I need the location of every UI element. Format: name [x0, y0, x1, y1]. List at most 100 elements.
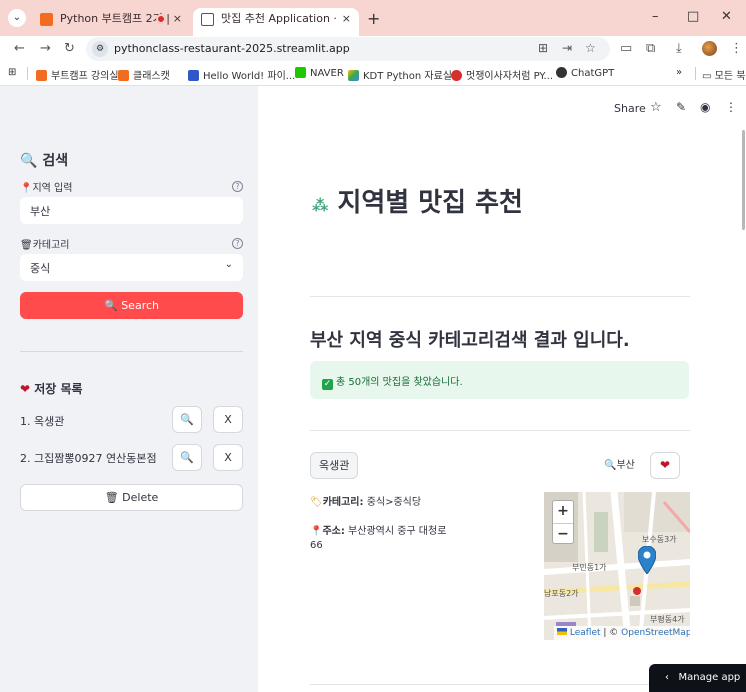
check-icon: ✓ [322, 379, 333, 390]
tab-search-chevron-icon[interactable]: ⌄ [8, 9, 26, 27]
map-label: 남포동2가 [544, 589, 579, 598]
region-input[interactable]: 부산 [20, 197, 243, 224]
address-detail-line2: 66 [310, 540, 323, 551]
translate-icon[interactable]: ⊞ [538, 41, 548, 55]
divider [310, 430, 690, 431]
install-app-icon[interactable]: ⇥ [562, 41, 572, 55]
delete-button[interactable]: 🗑 Delete [20, 484, 243, 511]
bookmark-separator [27, 67, 28, 80]
bookmark-likelion[interactable]: 멋쟁이사자처럼 PY... [451, 67, 553, 82]
bookmark-naver[interactable]: NAVER [295, 67, 344, 79]
site-info-icon[interactable]: ⚙ [92, 41, 108, 57]
browser-tab-streamlit[interactable]: 맛집 추천 Application · Stream × [193, 8, 359, 36]
saved-item-remove-button[interactable]: X [213, 444, 243, 471]
main-content: Share ☆ ✎ ◉ ⋮ ⁂ 지역별 맛집 추천 부산 지역 중식 카테고리검… [258, 86, 746, 692]
browser-tab-strip: ⌄ Python 부트캠프 2기 | 비디 × 맛집 추천 Applicatio… [0, 0, 746, 36]
streamlit-favicon-icon [201, 13, 214, 26]
category-select[interactable]: 중식 ⌄ [20, 254, 243, 281]
forward-arrow-icon[interactable]: → [40, 41, 51, 56]
window-close-button[interactable]: ✕ [721, 9, 732, 24]
bookmark-chatgpt[interactable]: ChatGPT [556, 67, 614, 79]
tab-title: 맛집 추천 Application · Stream [221, 12, 341, 25]
zoom-out-button[interactable]: − [553, 523, 573, 545]
saved-item-search-button[interactable]: 🔍 [172, 406, 202, 433]
new-tab-button[interactable]: + [367, 9, 380, 28]
map-marker-icon[interactable] [638, 546, 656, 574]
saved-list-header: ❤ 저장 목록 [20, 382, 83, 396]
manage-app-button[interactable]: ‹ Manage app [649, 664, 746, 692]
profile-avatar[interactable] [702, 41, 717, 56]
divider [310, 684, 690, 685]
browser-menu-icon[interactable]: ⋮ [730, 41, 743, 56]
github-icon[interactable]: ◉ [700, 100, 710, 114]
back-arrow-icon[interactable]: ← [14, 41, 25, 56]
magnifier-icon: 🔍 [180, 451, 194, 464]
trash-can-icon: 🗑 [20, 240, 33, 251]
help-icon[interactable]: ? [232, 181, 243, 192]
saved-item-search-button[interactable]: 🔍 [172, 444, 202, 471]
extensions-puzzle-icon[interactable]: ⧉ [646, 41, 655, 56]
saved-item-remove-button[interactable]: X [213, 406, 243, 433]
bookmark-kdt-python[interactable]: KDT Python 자료실... [348, 67, 462, 82]
leaflet-flag-icon [557, 628, 567, 635]
tag-icon: 🏷 [310, 497, 323, 508]
share-button[interactable]: Share [614, 102, 646, 115]
chevron-left-icon: ‹ [665, 672, 669, 683]
download-icon[interactable]: ⤓ [676, 41, 682, 56]
zoom-control: + − [552, 500, 574, 544]
reading-mode-icon[interactable]: ▭ [620, 41, 632, 56]
region-label: 📍지역 입력 [20, 183, 73, 194]
star-icon[interactable]: ☆ [650, 100, 662, 115]
naver-favicon-icon [295, 67, 306, 78]
heart-icon: ❤ [659, 458, 671, 472]
restaurant-name-button[interactable]: 옥생관 [310, 452, 359, 479]
scrollbar[interactable] [742, 130, 745, 230]
openstreetmap-link[interactable]: OpenStreetMap [621, 628, 690, 638]
bookmark-bootcamp[interactable]: 부트캠프 강의실 [36, 67, 119, 82]
leaflet-link[interactable]: Leaflet [570, 628, 601, 638]
magnifier-icon: 🔍 [604, 460, 617, 471]
app-menu-icon[interactable]: ⋮ [725, 100, 737, 114]
category-detail: 🏷카테고리: 중식>중식당 [310, 497, 422, 508]
help-icon[interactable]: ? [232, 238, 243, 249]
sidebar: 🔍 검색 📍지역 입력 ? 부산 🗑카테고리 ? 중식 ⌄ 🔍 Search ❤… [0, 86, 258, 692]
save-heart-button[interactable]: ❤ [650, 452, 680, 479]
browser-tab-bootcamp[interactable]: Python 부트캠프 2기 | 비디 × [32, 8, 190, 36]
bootcamp-favicon-icon [40, 13, 53, 26]
all-bookmarks-folder[interactable]: ▭ 모든 북마크 [702, 67, 746, 82]
reload-icon[interactable]: ↻ [64, 41, 75, 56]
map-view[interactable]: 부민동1가 보수동3가 부평동4가 남포동2가 + − Leaflet | © … [544, 492, 690, 640]
book-favicon-icon [188, 70, 199, 81]
region-search-button[interactable]: 🔍부산 [604, 456, 635, 471]
bookmark-hello-world[interactable]: Hello World! 파이... [188, 67, 295, 82]
map-attribution: Leaflet | © OpenStreetMap [554, 626, 690, 640]
search-button[interactable]: 🔍 Search [20, 292, 243, 319]
classcat-favicon-icon [118, 70, 129, 81]
apps-grid-icon[interactable]: ⊞ [8, 67, 16, 78]
chevron-down-icon: ⌄ [224, 259, 233, 270]
edit-pencil-icon[interactable]: ✎ [676, 100, 686, 114]
magnifier-icon: 🔍 [104, 299, 118, 312]
folder-icon: ▭ [702, 71, 715, 82]
tab-close-icon[interactable]: × [342, 8, 351, 30]
maximize-button[interactable]: □ [687, 9, 699, 24]
magnifier-icon: 🔍 [180, 413, 194, 426]
map-label: 부평동4가 [650, 615, 685, 624]
search-header: 🔍 검색 [20, 153, 69, 169]
bookmarks-bar: ⊞ 부트캠프 강의실 클래스캣 Hello World! 파이... NAVER… [0, 62, 746, 86]
url-omnibox[interactable]: ⚙ pythonclass-restaurant-2025.streamlit.… [86, 37, 610, 61]
url-text[interactable]: pythonclass-restaurant-2025.streamlit.ap… [114, 42, 350, 55]
zoom-in-button[interactable]: + [553, 501, 573, 523]
bookmark-star-icon[interactable]: ☆ [585, 41, 596, 55]
bookmark-overflow-button[interactable]: » [676, 67, 682, 78]
pin-icon: 📍 [20, 183, 33, 194]
saved-item: 2. 그집짬뽕0927 연산동본점 [20, 452, 157, 465]
bookmark-classcat[interactable]: 클래스캣 [118, 67, 170, 82]
tab-close-icon[interactable]: × [173, 8, 182, 30]
chatgpt-favicon-icon [556, 67, 567, 78]
google-drive-favicon-icon [348, 70, 359, 81]
bookmark-separator [695, 67, 696, 80]
recording-indicator-icon [156, 14, 166, 24]
minimize-button[interactable]: – [652, 9, 659, 24]
address-bar: ← → ↻ ⚙ pythonclass-restaurant-2025.stre… [0, 36, 746, 62]
